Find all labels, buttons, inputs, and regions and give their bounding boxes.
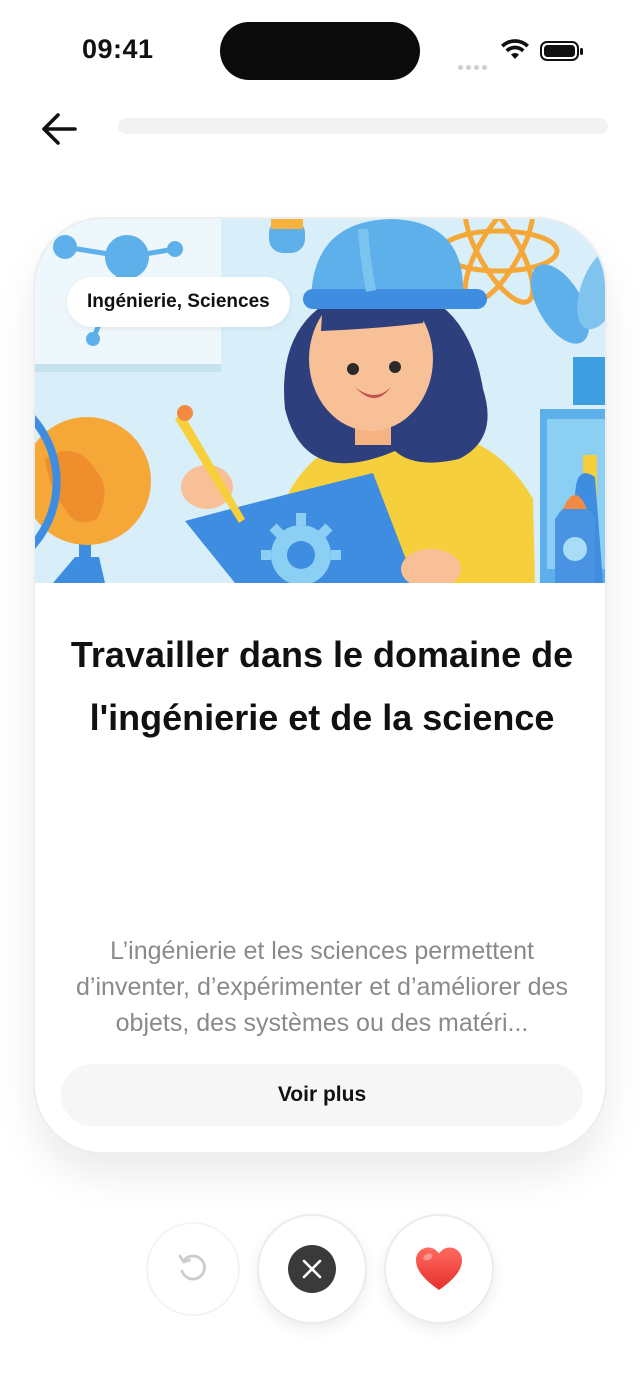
like-button[interactable]: [384, 1214, 494, 1324]
card-title: Travailler dans le domaine de l'ingénier…: [70, 634, 574, 738]
arrow-left-icon: [42, 113, 77, 145]
undo-icon: [178, 1254, 206, 1281]
dynamic-island: [220, 22, 420, 80]
status-bar: 09:41: [0, 0, 640, 100]
battery-icon: [540, 41, 583, 61]
cellular-signal-icon: [458, 52, 492, 70]
close-icon: [302, 1259, 322, 1279]
heart-icon: [416, 1247, 462, 1290]
back-button[interactable]: [36, 106, 82, 152]
category-tag: Ingénierie, Sciences: [67, 277, 290, 327]
dislike-disc: [288, 1245, 336, 1293]
engineer-illustration: Ingénierie, Sciences: [35, 219, 605, 583]
undo-button[interactable]: [146, 1222, 240, 1316]
career-card[interactable]: Ingénierie, Sciences Travailler dans le …: [33, 217, 607, 1154]
status-time: 09:41: [82, 34, 154, 64]
see-more-button[interactable]: Voir plus: [61, 1064, 583, 1126]
dislike-button[interactable]: [257, 1214, 367, 1324]
card-description: L’ingénierie et les sciences permettent …: [76, 937, 568, 1037]
illustration-art: [35, 219, 605, 583]
wifi-icon: [501, 39, 529, 59]
progress-bar: [118, 118, 608, 134]
